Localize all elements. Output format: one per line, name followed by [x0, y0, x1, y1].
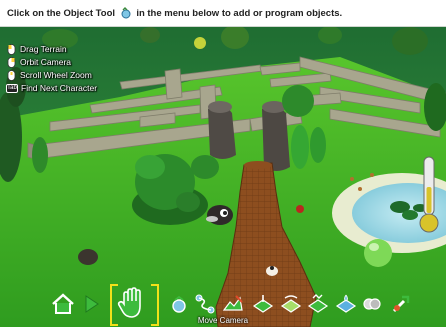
help-scroll-zoom: Scroll Wheel Zoom: [6, 69, 97, 81]
water-tool-icon[interactable]: [335, 294, 357, 314]
help-drag-terrain: Drag Terrain: [6, 43, 97, 55]
object-tool-icon[interactable]: [170, 296, 188, 314]
instruction-text: Click on the Object Tool in the menu bel…: [7, 7, 342, 19]
world-settings-icon[interactable]: [390, 293, 412, 315]
home-icon[interactable]: [50, 292, 76, 316]
kodu-game-window: Click on the Object Tool in the menu bel…: [0, 0, 446, 327]
paths-tool-icon[interactable]: [195, 294, 215, 314]
help-orbit-camera: Orbit Camera: [6, 56, 97, 68]
terrain-paint-icon[interactable]: [222, 294, 244, 314]
terrain-roughen-icon[interactable]: [307, 294, 329, 314]
help-label-drag-terrain: Drag Terrain: [20, 44, 67, 54]
play-icon[interactable]: [84, 294, 100, 314]
terrain-raise-icon[interactable]: [252, 294, 274, 314]
instruction-text-end: in the menu below to add or program obje…: [136, 8, 343, 19]
tool-menu: Move Camera: [0, 284, 446, 327]
instruction-banner: Click on the Object Tool in the menu bel…: [0, 0, 446, 27]
tool-caption: Move Camera: [197, 316, 249, 325]
mouse-left-icon: [7, 43, 16, 55]
controls-help: Drag Terrain Orbit Camera Scroll Wheel Z…: [6, 43, 97, 95]
green-blob-creature[interactable]: [364, 239, 392, 267]
help-label-orbit-camera: Orbit Camera: [20, 57, 72, 67]
instruction-text-start: Click on the Object Tool: [7, 8, 116, 19]
path-creature[interactable]: [266, 266, 278, 276]
help-label-find-next: Find Next Character: [21, 83, 98, 93]
game-viewport[interactable]: Drag Terrain Orbit Camera Scroll Wheel Z…: [0, 27, 446, 327]
mouse-right-icon: [7, 56, 16, 68]
help-label-scroll-zoom: Scroll Wheel Zoom: [20, 70, 92, 80]
delete-tool-icon[interactable]: [362, 294, 382, 314]
mouse-wheel-icon: [7, 69, 16, 81]
move-camera-hand-icon[interactable]: [116, 286, 152, 320]
tab-key-icon: Tab: [6, 83, 18, 93]
terrain-smooth-icon[interactable]: [280, 294, 302, 314]
object-tool-icon: [121, 7, 131, 19]
help-find-next: Tab Find Next Character: [6, 82, 97, 94]
